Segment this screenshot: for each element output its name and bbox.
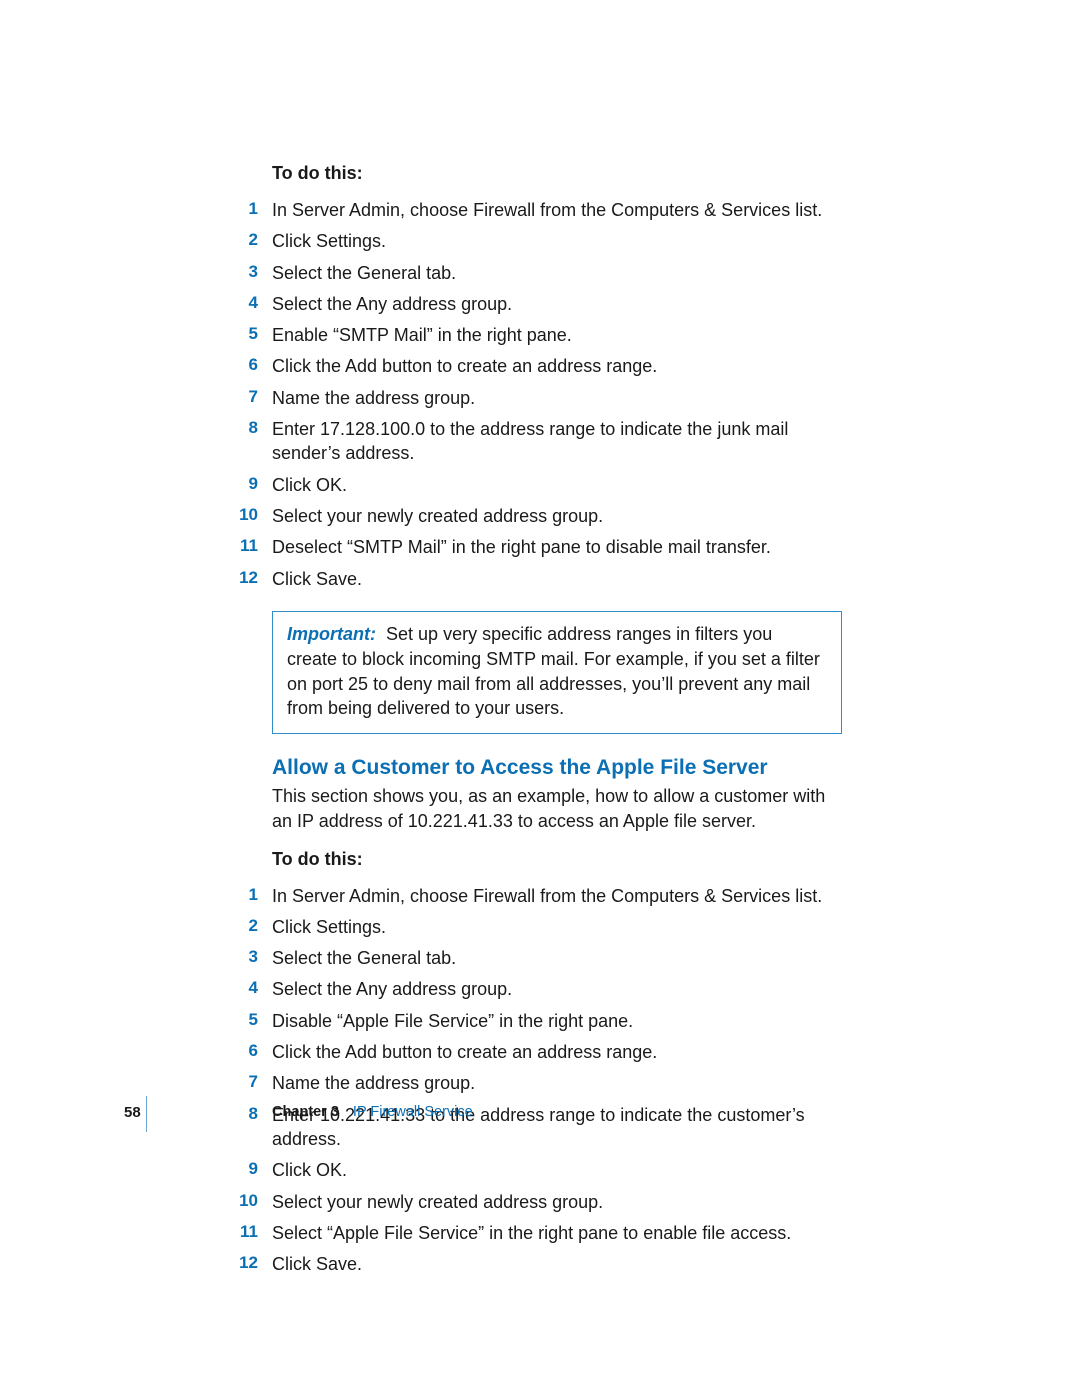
chapter-ref: Chapter 3 IP Firewall Service xyxy=(272,1104,473,1120)
step-text: Click Save. xyxy=(272,1254,362,1274)
footer-rule xyxy=(146,1096,147,1132)
step-text: Click the Add button to create an addres… xyxy=(272,356,657,376)
step-text: Enable “SMTP Mail” in the right pane. xyxy=(272,325,572,345)
list-item: 8Enter 17.128.100.0 to the address range… xyxy=(272,415,842,468)
procedure-steps-2: 1In Server Admin, choose Firewall from t… xyxy=(272,882,842,1279)
list-item: 10Select your newly created address grou… xyxy=(272,1188,842,1216)
step-text: Name the address group. xyxy=(272,1073,475,1093)
chapter-title: IP Firewall Service xyxy=(353,1104,473,1120)
list-item: 1In Server Admin, choose Firewall from t… xyxy=(272,196,842,224)
procedure-lead-2: To do this: xyxy=(272,849,842,870)
list-item: 2Click Settings. xyxy=(272,913,842,941)
list-item: 4Select the Any address group. xyxy=(272,290,842,318)
list-item: 3Select the General tab. xyxy=(272,259,842,287)
page: To do this: 1In Server Admin, choose Fir… xyxy=(0,0,1080,1397)
step-text: Disable “Apple File Service” in the righ… xyxy=(272,1011,633,1031)
step-text: Click Save. xyxy=(272,569,362,589)
list-item: 12Click Save. xyxy=(272,1250,842,1278)
list-item: 2Click Settings. xyxy=(272,227,842,255)
step-text: Select the General tab. xyxy=(272,263,456,283)
chapter-label: Chapter 3 xyxy=(272,1104,339,1120)
list-item: 6Click the Add button to create an addre… xyxy=(272,352,842,380)
list-item: 6Click the Add button to create an addre… xyxy=(272,1038,842,1066)
step-text: Name the address group. xyxy=(272,388,475,408)
list-item: 11Select “Apple File Service” in the rig… xyxy=(272,1219,842,1247)
step-text: Select your newly created address group. xyxy=(272,506,603,526)
section-heading: Allow a Customer to Access the Apple Fil… xyxy=(272,756,842,780)
list-item: 9Click OK. xyxy=(272,1156,842,1184)
step-text: Click OK. xyxy=(272,1160,347,1180)
list-item: 5Disable “Apple File Service” in the rig… xyxy=(272,1007,842,1035)
procedure-lead-1: To do this: xyxy=(272,163,842,184)
list-item: 9Click OK. xyxy=(272,471,842,499)
step-text: Select your newly created address group. xyxy=(272,1192,603,1212)
step-text: Select the Any address group. xyxy=(272,294,512,314)
procedure-steps-1: 1In Server Admin, choose Firewall from t… xyxy=(272,196,842,593)
step-text: Deselect “SMTP Mail” in the right pane t… xyxy=(272,537,771,557)
page-number: 58 xyxy=(124,1104,141,1121)
step-text: Select “Apple File Service” in the right… xyxy=(272,1223,791,1243)
important-callout: Important: Set up very specific address … xyxy=(272,611,842,734)
step-text: In Server Admin, choose Firewall from th… xyxy=(272,200,822,220)
step-text: Click Settings. xyxy=(272,917,386,937)
section-intro: This section shows you, as an example, h… xyxy=(272,784,842,834)
list-item: 1In Server Admin, choose Firewall from t… xyxy=(272,882,842,910)
list-item: 7Name the address group. xyxy=(272,384,842,412)
list-item: 12Click Save. xyxy=(272,565,842,593)
list-item: 3Select the General tab. xyxy=(272,944,842,972)
step-text: Select the General tab. xyxy=(272,948,456,968)
step-text: Enter 17.128.100.0 to the address range … xyxy=(272,419,788,463)
step-text: Click Settings. xyxy=(272,231,386,251)
step-text: In Server Admin, choose Firewall from th… xyxy=(272,886,822,906)
list-item: 4Select the Any address group. xyxy=(272,975,842,1003)
list-item: 11Deselect “SMTP Mail” in the right pane… xyxy=(272,533,842,561)
list-item: 10Select your newly created address grou… xyxy=(272,502,842,530)
step-text: Click the Add button to create an addres… xyxy=(272,1042,657,1062)
important-label: Important: xyxy=(287,624,376,644)
step-text: Click OK. xyxy=(272,475,347,495)
step-text: Select the Any address group. xyxy=(272,979,512,999)
list-item: 5Enable “SMTP Mail” in the right pane. xyxy=(272,321,842,349)
list-item: 7Name the address group. xyxy=(272,1069,842,1097)
